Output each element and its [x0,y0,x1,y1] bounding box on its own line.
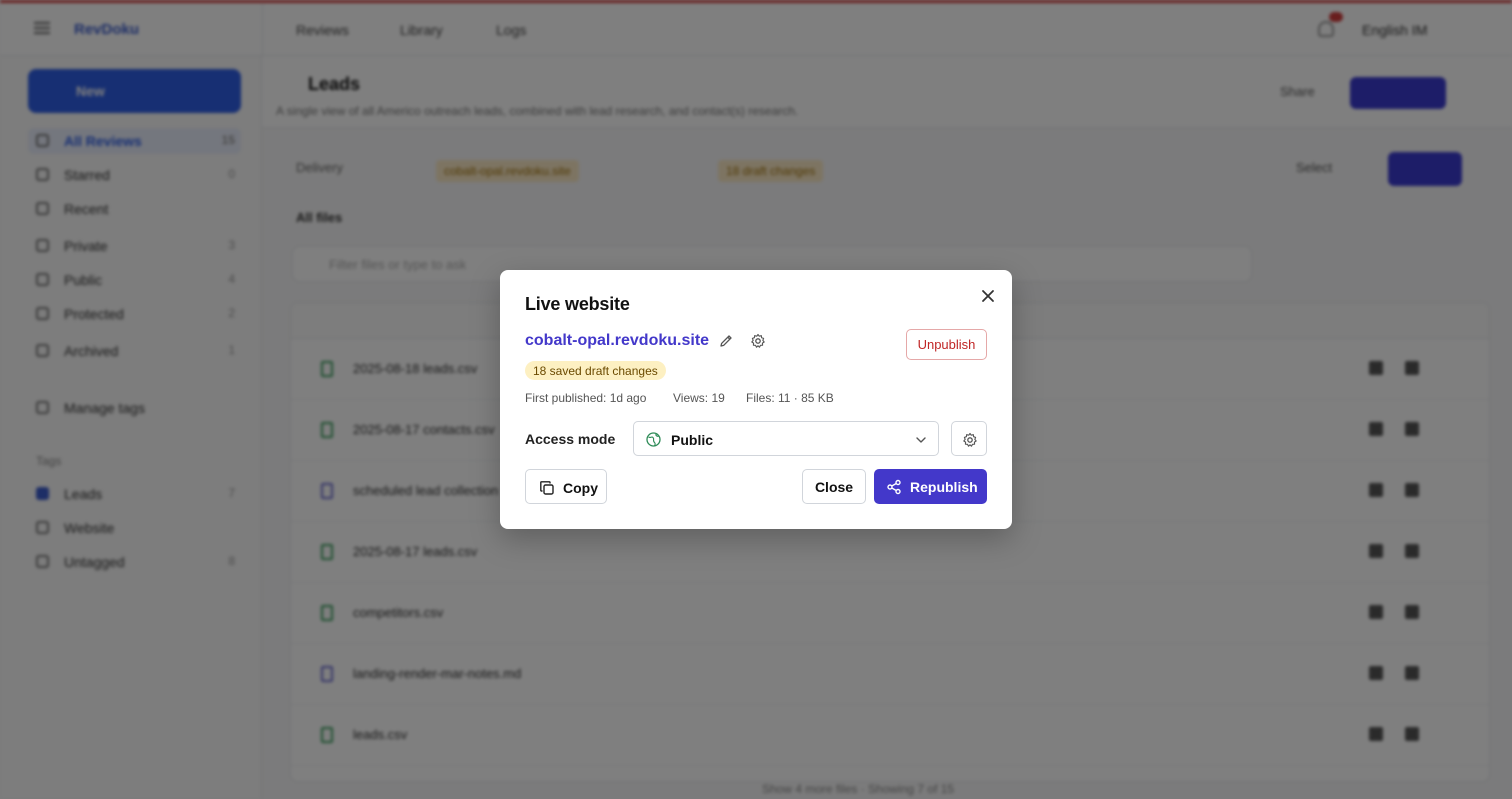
gear-icon [963,432,977,447]
copy-icon [540,481,554,495]
access-mode-value: Public [671,432,714,448]
unpublish-button[interactable]: Unpublish [906,329,987,360]
pencil-icon[interactable] [718,333,734,349]
access-mode-select[interactable]: Public [633,421,939,456]
chevron-down-icon [914,433,928,447]
draft-changes-badge: 18 saved draft changes [525,361,666,380]
republish-button[interactable]: Republish [874,469,987,504]
close-icon[interactable] [978,286,998,306]
site-url-link[interactable]: cobalt-opal.revdoku.site [525,332,709,350]
share-icon [887,479,901,495]
copy-button[interactable]: Copy [525,469,607,504]
dialog-title: Live website [525,294,630,314]
views-info: Views: 19 [673,391,725,405]
close-button[interactable]: Close [802,469,866,504]
access-mode-label: Access mode [525,431,616,447]
live-website-dialog: Live website cobalt-opal.revdoku.site Un… [500,270,1012,529]
access-settings-button[interactable] [951,421,987,456]
gear-icon[interactable] [750,333,766,349]
globe-icon [646,432,661,447]
first-published-info: First published: 1d ago [525,391,647,405]
files-info: Files: 11 · 85 KB [746,391,834,405]
